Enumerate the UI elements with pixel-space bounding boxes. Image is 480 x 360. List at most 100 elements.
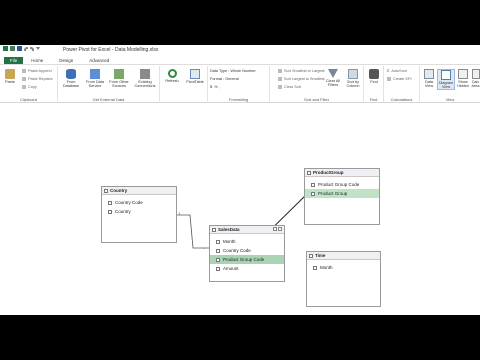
paste-append-label: Paste Append — [28, 69, 52, 73]
tab-advanced[interactable]: Advanced — [81, 57, 117, 64]
redo-icon[interactable] — [30, 46, 34, 51]
table-header[interactable]: Time — [307, 252, 380, 260]
show-hidden-icon — [458, 69, 468, 79]
from-data-service-button[interactable]: From Data Service — [84, 69, 106, 88]
refresh-icon — [167, 69, 177, 78]
currency-button[interactable]: $ — [210, 85, 212, 89]
from-database-button[interactable]: From Database — [62, 69, 80, 88]
group-sort-filter: Sort Smallest to Largest Sort Largest to… — [270, 66, 364, 103]
autosum-button[interactable]: Σ AutoSum — [387, 68, 412, 74]
sort-smallest-largest-button[interactable]: Sort Smallest to Largest — [278, 68, 325, 74]
maximize-icon[interactable] — [278, 227, 282, 231]
percent-button[interactable]: % — [214, 85, 217, 89]
refresh-button[interactable]: Refresh — [162, 69, 182, 83]
field-month[interactable]: Month — [307, 263, 380, 272]
column-icon — [108, 200, 112, 205]
data-type-dropdown[interactable]: Data Type : Whole Number — [210, 68, 256, 74]
create-kpi-label: Create KPI — [393, 77, 412, 81]
field-product-group[interactable]: Product Group — [305, 189, 379, 198]
pivottable-button[interactable]: PivotTable — [184, 69, 206, 84]
tab-design[interactable]: Design — [51, 57, 81, 64]
clear-sort-button[interactable]: Clear Sort — [278, 84, 325, 90]
column-icon — [108, 209, 112, 214]
diagram-canvas[interactable]: 1 * Country Country Code Country SalesDa… — [0, 104, 480, 315]
power-pivot-window: Power Pivot for Excel - Data Modelling.x… — [0, 45, 480, 315]
autosum-label: AutoSum — [391, 69, 407, 73]
column-icon — [313, 265, 317, 270]
table-icon[interactable] — [10, 46, 15, 51]
table-card-salesdata[interactable]: SalesData Month Country Code Product Gro… — [209, 225, 285, 282]
window-title: Power Pivot for Excel - Data Modelling.x… — [63, 47, 159, 53]
calculation-area-button[interactable]: Calc Area — [471, 69, 480, 88]
existing-connections-button[interactable]: Existing Connections — [132, 69, 158, 88]
field-label: Country — [115, 209, 131, 214]
paste-append-button[interactable]: Paste Append — [22, 68, 53, 74]
pivottable-icon — [190, 69, 200, 79]
field-month[interactable]: Month — [210, 237, 284, 246]
data-view-icon — [424, 69, 434, 79]
table-header[interactable]: SalesData — [210, 226, 284, 234]
sort-by-column-button[interactable]: Sort by Column — [344, 69, 362, 88]
table-icon — [307, 170, 311, 175]
from-other-sources-button[interactable]: From Other Sources — [109, 69, 129, 88]
other-sources-icon — [114, 69, 124, 79]
field-amount[interactable]: Amount — [210, 264, 284, 273]
table-card-productgroup[interactable]: ProductGroup Product Group Code Product … — [304, 168, 380, 225]
table-header[interactable]: Country — [102, 187, 176, 195]
from-data-service-label: From Data Service — [86, 80, 104, 89]
relationship-one-label: 1 — [178, 211, 181, 216]
sort-ascending-label: Sort Smallest to Largest — [284, 69, 325, 73]
find-button[interactable]: Find — [367, 69, 381, 84]
table-card-time[interactable]: Time Month — [306, 251, 381, 307]
excel-icon[interactable] — [3, 46, 8, 51]
card-controls — [273, 227, 282, 231]
column-icon — [311, 191, 315, 196]
sort-largest-smallest-button[interactable]: Sort Largest to Smallest — [278, 76, 325, 82]
country-salesdata-relationship[interactable] — [177, 214, 210, 249]
title-bar: Power Pivot for Excel - Data Modelling.x… — [0, 45, 480, 54]
group-formatting: Data Type : Whole Number Format : Genera… — [208, 66, 270, 103]
table-title: Country — [110, 188, 128, 193]
formatting-group-label: Formatting — [228, 97, 249, 102]
field-product-group-code[interactable]: Product Group Code — [305, 180, 379, 189]
save-icon[interactable] — [17, 46, 22, 51]
field-label: Product Group Code — [223, 257, 265, 262]
format-dropdown[interactable]: Format : General — [210, 76, 256, 82]
table-title: Time — [315, 253, 326, 258]
field-label: Country Code — [115, 200, 143, 205]
undo-icon[interactable] — [24, 46, 28, 51]
group-find: Find Find — [364, 66, 384, 103]
data-type-value: Data Type : Whole Number — [210, 69, 256, 73]
field-product-group-code[interactable]: Product Group Code — [210, 255, 284, 264]
column-icon — [216, 257, 220, 262]
field-country-code[interactable]: Country Code — [210, 246, 284, 255]
comma-button[interactable]: , — [220, 85, 221, 89]
field-label: Month — [320, 265, 333, 270]
customize-dropdown-icon[interactable] — [36, 47, 40, 50]
table-title: ProductGroup — [313, 170, 344, 175]
copy-button[interactable]: Copy — [22, 84, 53, 90]
tab-file[interactable]: File — [4, 56, 24, 64]
restore-icon[interactable] — [273, 227, 277, 231]
field-label: Month — [223, 239, 236, 244]
tab-home[interactable]: Home — [23, 57, 51, 64]
table-header[interactable]: ProductGroup — [305, 169, 379, 177]
field-label: Country Code — [223, 248, 251, 253]
paste-button[interactable]: Paste — [3, 69, 17, 84]
connections-icon — [140, 69, 150, 79]
calculation-area-icon — [471, 69, 480, 79]
create-kpi-button[interactable]: Create KPI — [387, 76, 412, 82]
show-hidden-button[interactable]: Show Hidden — [456, 69, 470, 88]
relationship-lines — [177, 192, 315, 258]
field-country[interactable]: Country — [102, 207, 176, 216]
paste-replace-button[interactable]: Paste Replace — [22, 76, 53, 82]
data-view-button[interactable]: Data View — [422, 69, 436, 88]
group-view: Data View Diagram View Show Hidden Calc … — [420, 66, 480, 103]
table-card-country[interactable]: Country Country Code Country — [101, 186, 177, 243]
view-group-label: View — [445, 97, 455, 102]
diagram-view-button[interactable]: Diagram View — [437, 69, 455, 91]
column-icon — [216, 239, 220, 244]
diagram-view-icon — [441, 70, 451, 80]
clear-all-filters-button[interactable]: Clear All Filters — [324, 69, 342, 87]
field-country-code[interactable]: Country Code — [102, 198, 176, 207]
